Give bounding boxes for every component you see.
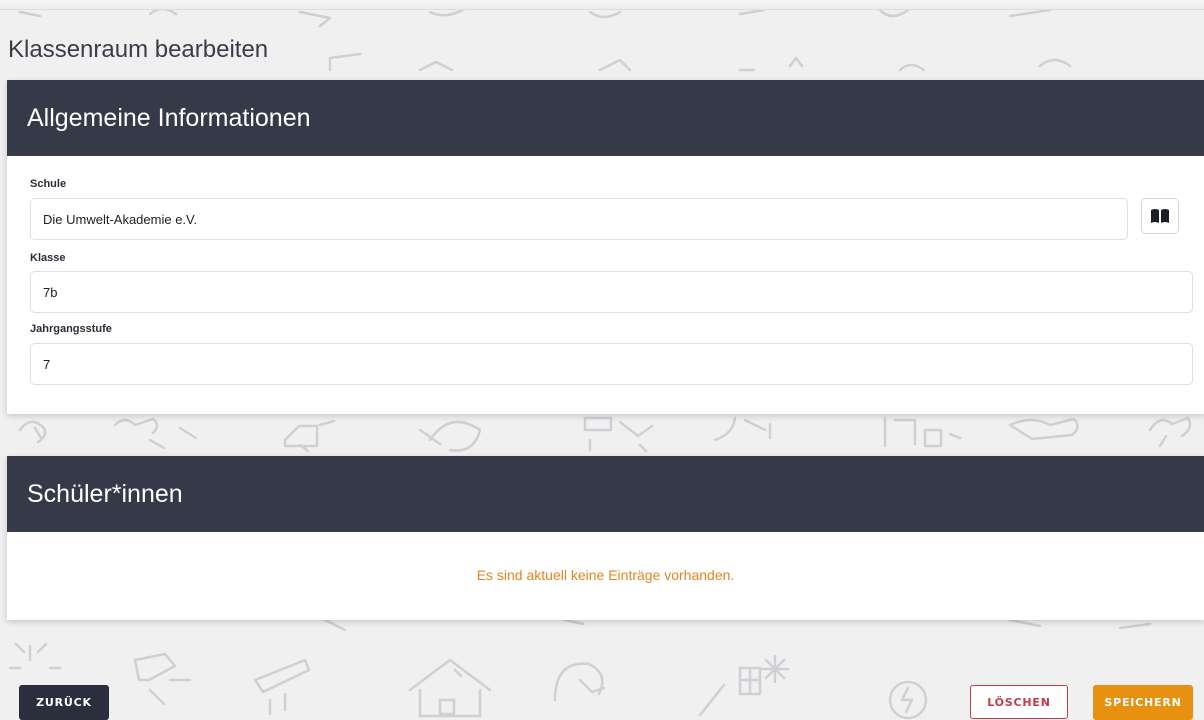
delete-button[interactable]: LÖSCHEN (970, 685, 1068, 719)
empty-list-message: Es sind aktuell keine Einträge vorhanden… (476, 567, 735, 583)
class-label: Klasse (30, 252, 66, 264)
general-info-card: Allgemeine Informationen Schule Die Umwe… (7, 80, 1204, 414)
grade-level-label: Jahrgangsstufe (30, 323, 112, 335)
top-bar-shadow (0, 0, 1204, 10)
students-header: Schüler*innen (7, 456, 1204, 532)
page-title: Klassenraum bearbeiten (8, 36, 269, 63)
general-info-header: Allgemeine Informationen (7, 80, 1204, 156)
school-field[interactable]: Die Umwelt-Akademie e.V. (30, 198, 1128, 240)
save-button[interactable]: SPEICHERN (1093, 685, 1193, 720)
school-lookup-button[interactable] (1141, 198, 1179, 234)
students-card: Schüler*innen Es sind aktuell keine Eint… (7, 456, 1204, 620)
grade-level-field[interactable]: 7 (30, 343, 1193, 385)
book-icon (1151, 209, 1169, 223)
back-button[interactable]: ZURÜCK (19, 685, 109, 720)
class-field[interactable]: 7b (30, 271, 1193, 313)
school-label: Schule (30, 178, 67, 190)
